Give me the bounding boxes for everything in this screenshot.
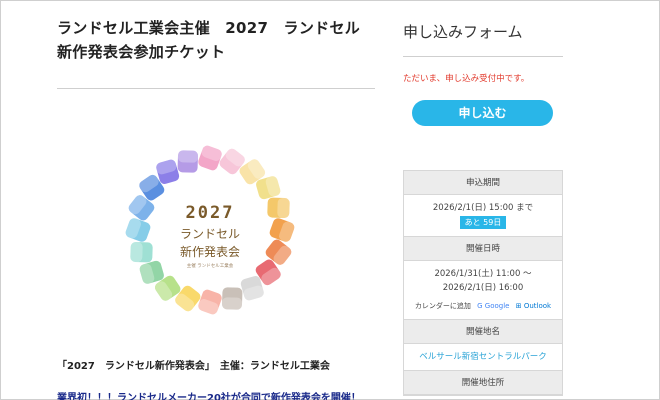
logo-line1: ランドセル bbox=[180, 227, 240, 241]
randoseru-icon bbox=[130, 241, 153, 263]
event-title-line1: ランドセル工業会主催 2027 ランドセル bbox=[57, 19, 361, 37]
calendar-label: カレンダーに追加 bbox=[414, 302, 471, 310]
outlook-calendar-link[interactable]: ⊞ Outlook bbox=[516, 302, 551, 310]
period-cell: 2026/2/1(日) 15:00 まで あと 59日 bbox=[404, 195, 562, 237]
period-value: 2026/2/1(日) 15:00 まで bbox=[432, 203, 534, 213]
info-table: 申込期間 2026/2/1(日) 15:00 まで あと 59日 開催日時 20… bbox=[403, 170, 563, 396]
status-text: ただいま、申し込み受付中です。 bbox=[403, 74, 530, 84]
datetime-end: 2026/2/1(日) 16:00 bbox=[442, 283, 524, 293]
randoseru-icon bbox=[269, 218, 295, 242]
event-title-line2: 新作発表会参加チケット bbox=[57, 43, 226, 61]
period-heading: 申込期間 bbox=[404, 171, 562, 195]
form-header: 申し込みフォーム bbox=[403, 20, 563, 44]
title-divider bbox=[57, 88, 375, 89]
randoseru-icon bbox=[198, 289, 222, 315]
outlook-label: Outlook bbox=[523, 302, 552, 310]
randoseru-icon bbox=[198, 145, 222, 171]
logo-sub: 主催 ランドセル工業会 bbox=[187, 262, 234, 269]
logo-line2: 新作発表会 bbox=[180, 244, 240, 259]
days-left-badge: あと 59日 bbox=[459, 216, 507, 229]
form-divider bbox=[403, 56, 563, 57]
calendar-row: カレンダーに追加 G Google ⊞ Outlook bbox=[408, 299, 558, 313]
form-title: 申し込みフォーム bbox=[403, 23, 523, 41]
venue-heading: 開催地名 bbox=[404, 320, 562, 344]
datetime-start: 2026/1/31(土) 11:00 ～ bbox=[434, 269, 532, 279]
google-calendar-link[interactable]: G Google bbox=[477, 302, 509, 310]
venue-link[interactable]: ベルサール新宿セントラルパーク bbox=[419, 352, 547, 362]
logo-year: 2027 bbox=[186, 203, 235, 223]
windows-icon: ⊞ bbox=[515, 302, 522, 310]
randoseru-icon bbox=[125, 218, 151, 242]
google-label: Google bbox=[484, 302, 510, 310]
address-heading: 開催地住所 bbox=[404, 371, 562, 395]
event-notice: 業界初！！！ランドセルメーカー20社が合同で新作発表会を開催！ bbox=[57, 393, 361, 400]
randoseru-icon bbox=[267, 197, 290, 219]
event-summary: 「2027 ランドセル新作発表会」 主催：ランドセル工業会 bbox=[57, 361, 330, 372]
venue-cell: ベルサール新宿セントラルパーク bbox=[404, 344, 562, 371]
randoseru-icon bbox=[221, 287, 243, 310]
apply-button[interactable]: 申し込む bbox=[412, 100, 553, 126]
randoseru-icon bbox=[177, 150, 199, 173]
event-logo: 2027 ランドセル 新作発表会 主催 ランドセル工業会 bbox=[125, 145, 295, 315]
datetime-heading: 開催日時 bbox=[404, 237, 562, 261]
event-title: ランドセル工業会主催 2027 ランドセル 新作発表会参加チケット bbox=[57, 16, 375, 64]
google-icon: G bbox=[477, 302, 483, 310]
datetime-cell: 2026/1/31(土) 11:00 ～ 2026/2/1(日) 16:00 カ… bbox=[404, 261, 562, 320]
